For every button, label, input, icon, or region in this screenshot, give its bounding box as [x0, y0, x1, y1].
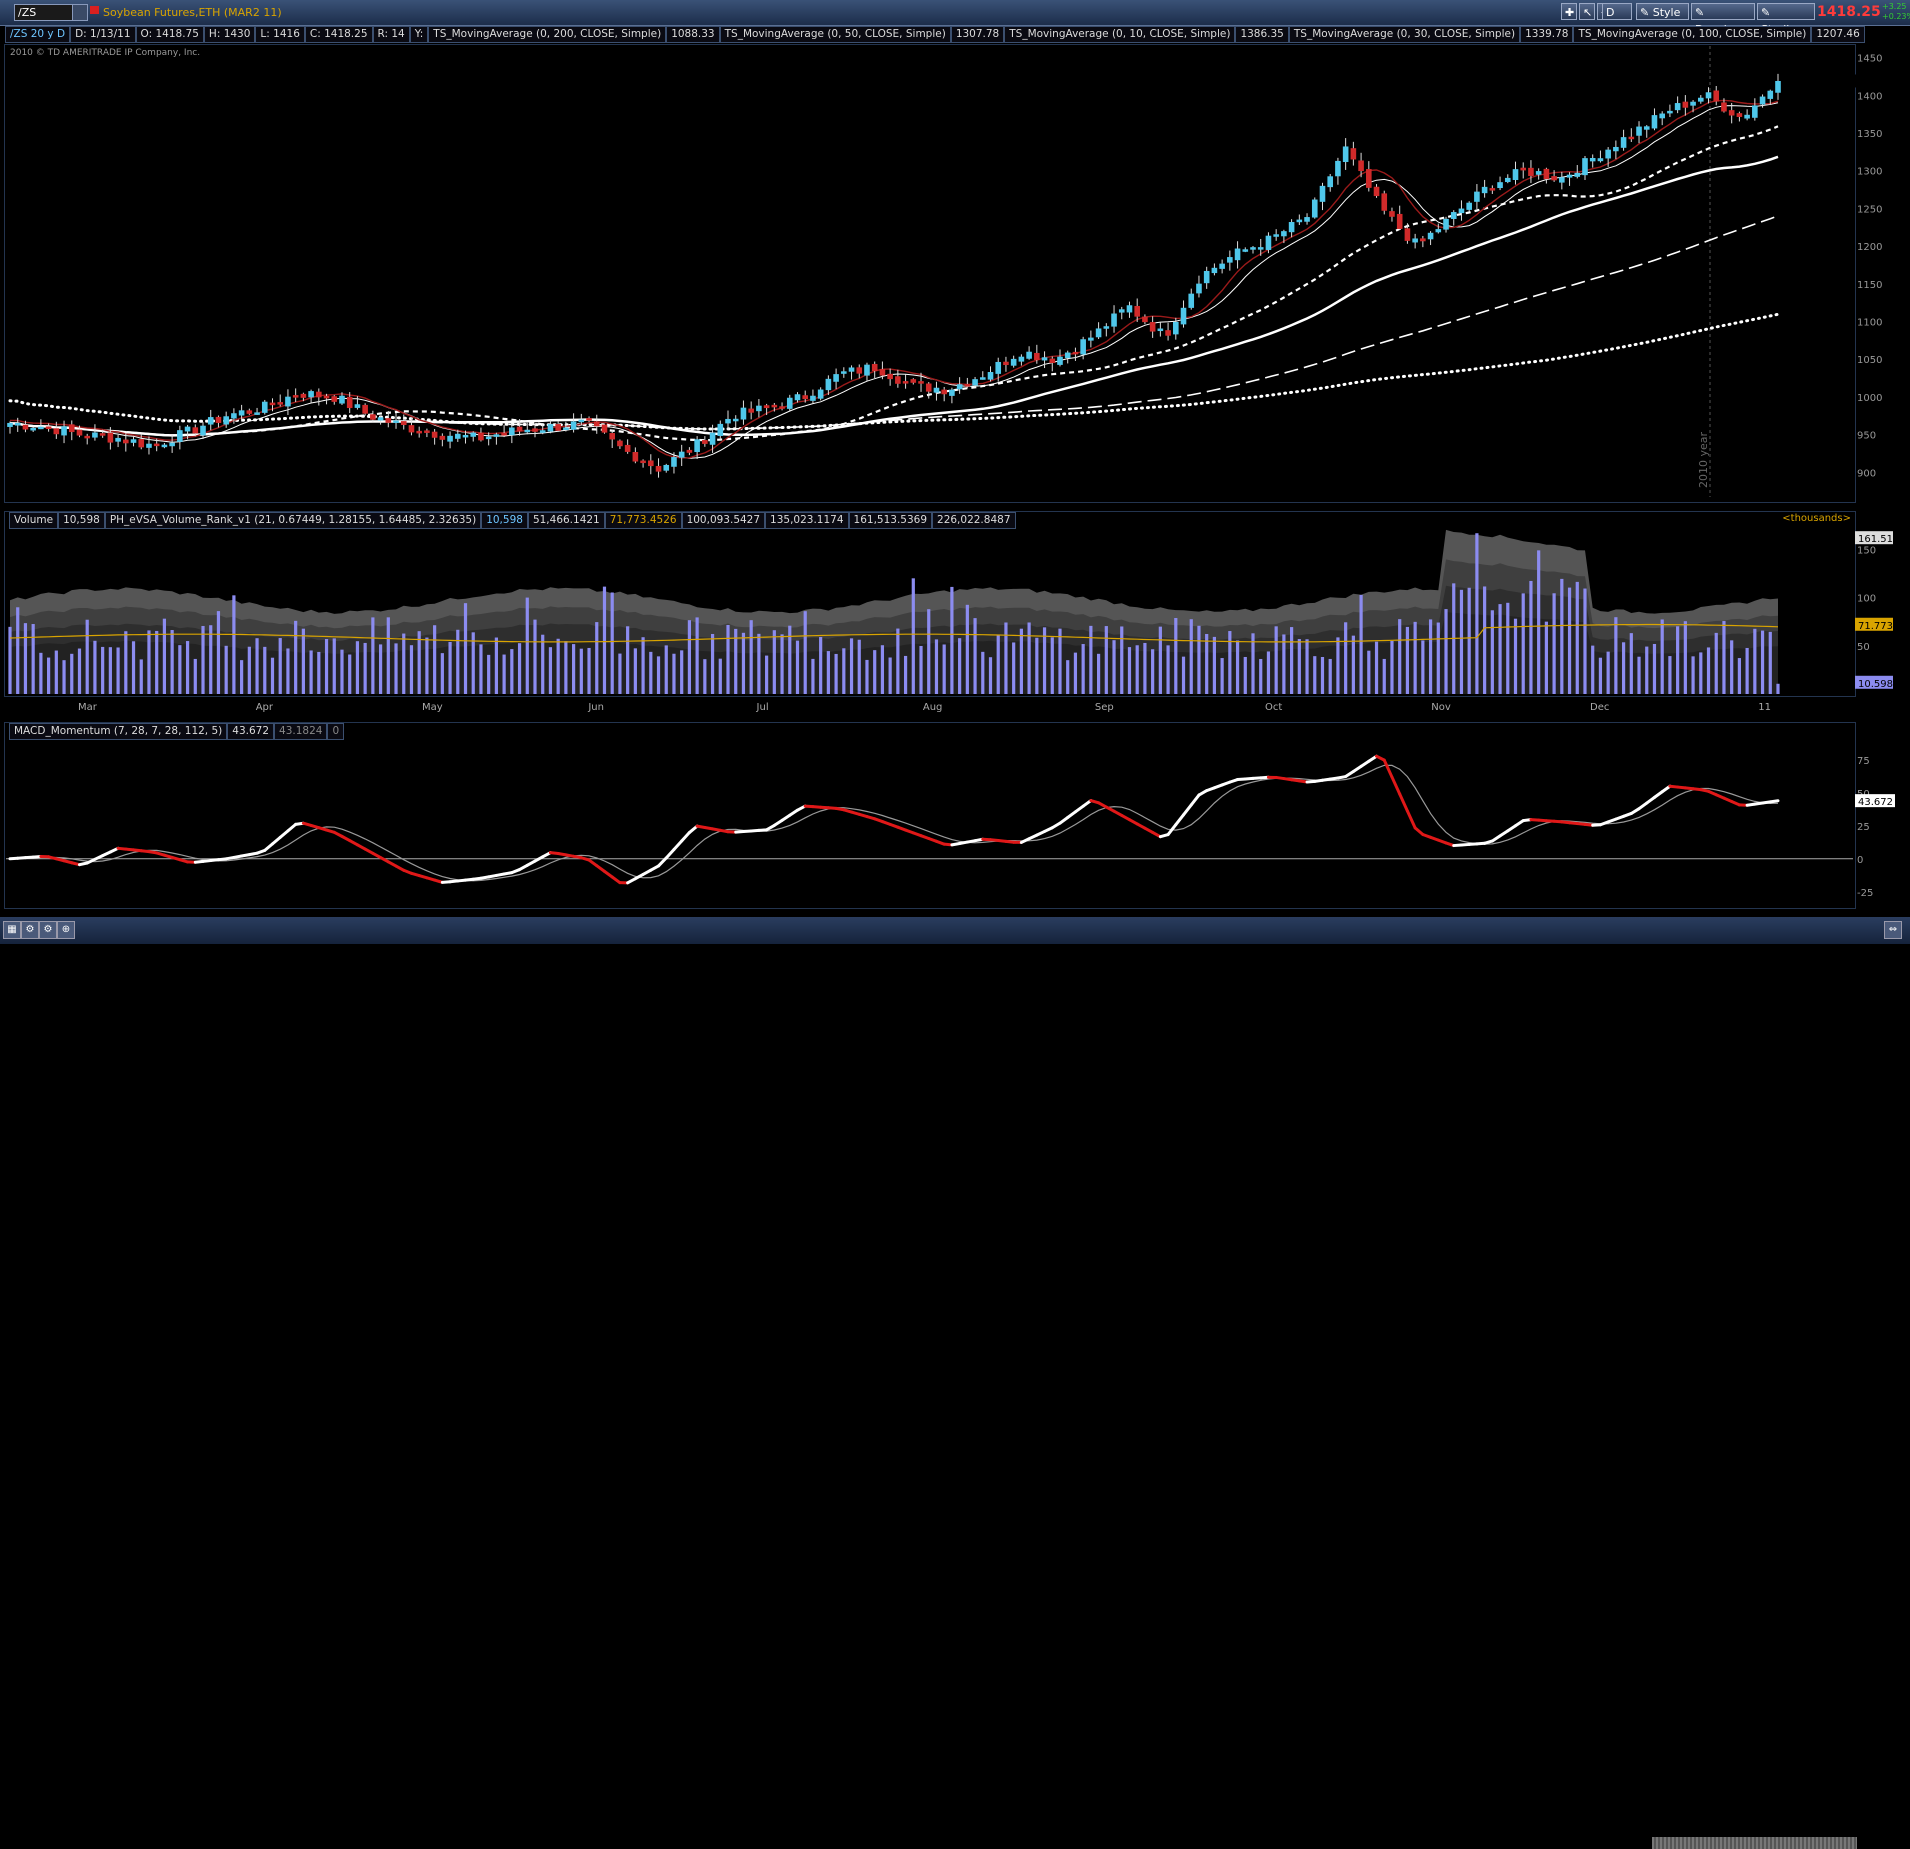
macd-segment-down	[1407, 811, 1415, 828]
macd-segment-up	[272, 837, 280, 843]
grid-icon[interactable]: ▦	[3, 921, 21, 939]
macd-segment-up	[280, 831, 288, 837]
expand-icon[interactable]: ⇔	[1884, 921, 1902, 939]
macd-segment-down	[1384, 760, 1392, 777]
macd-segment-up	[682, 833, 690, 841]
macd-chart[interactable]: 7550250-2543.672	[0, 0, 1910, 915]
gear-icon[interactable]: ⚙	[39, 921, 57, 939]
macd-axis-label: 75	[1857, 756, 1870, 767]
macd-segment-up	[666, 849, 674, 857]
horizontal-scrollbar[interactable]	[1652, 1837, 1857, 1849]
macd-segment-up	[1176, 815, 1184, 825]
macd-segment-up	[1191, 795, 1199, 805]
macd-tag: 43.672	[1858, 797, 1893, 808]
macd-segment-up	[288, 824, 296, 830]
macd-segment-down	[1400, 794, 1408, 811]
bottom-status-bar: ▦ ⚙ ⚙ ⊕ ⇔	[0, 917, 1910, 944]
macd-segment-up	[674, 841, 682, 849]
macd-segment-up	[1184, 805, 1192, 815]
macd-segment-down	[1392, 777, 1400, 794]
macd-axis-label: 0	[1857, 855, 1863, 866]
settings-icon[interactable]: ⚙	[21, 921, 39, 939]
macd-axis-label: 25	[1857, 822, 1870, 833]
macd-signal-line	[10, 765, 1778, 881]
zoom-icon[interactable]: ⊕	[57, 921, 75, 939]
macd-segment-up	[265, 844, 273, 850]
macd-segment-up	[689, 826, 697, 832]
macd-segment-up	[1770, 801, 1778, 802]
macd-axis-label: -25	[1857, 888, 1873, 899]
macd-segment-down	[1415, 828, 1423, 835]
